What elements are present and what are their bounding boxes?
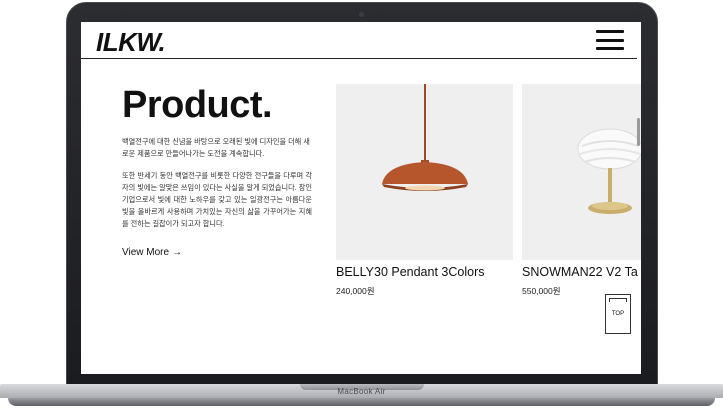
hamburger-menu-icon[interactable] [596,30,624,50]
product-card[interactable]: BELLY30 Pendant 3Colors 240,000원 [336,84,513,297]
laptop-screen: ILKW. Product. 백열전구에 대한 신념을 바탕으로 오래된 빛에 … [81,22,641,374]
description-text: 또한 반세기 동안 백열전구를 비롯한 다양한 전구들을 다루며 각자의 빛에는… [122,171,312,228]
product-name[interactable]: SNOWMAN22 V2 Ta [522,265,641,279]
page-title: Product. [122,84,273,126]
intro-text: 백열전구에 대한 신념을 바탕으로 오래된 빛에 디자인을 더해 새로운 제품으… [122,137,310,158]
pendant-lamp-image[interactable] [336,84,513,260]
view-more-label: View More [122,247,170,258]
laptop-base-bottom [8,398,715,406]
site-logo[interactable]: ILKW. [96,27,166,58]
scroll-top-button[interactable]: TOP [605,294,631,334]
arrow-right-icon: → [172,247,183,258]
view-more-link[interactable]: View More → [122,247,182,258]
top-button-label: TOP [611,311,625,317]
product-name[interactable]: BELLY30 Pendant 3Colors [336,265,513,279]
header-divider [81,58,637,59]
camera-icon [359,12,364,17]
product-price: 240,000원 [336,286,375,296]
table-lamp-image[interactable] [522,84,641,260]
laptop-label: MacBook Air [337,387,386,396]
scrollbar-thumb[interactable] [637,118,640,146]
product-card[interactable]: SNOWMAN22 V2 Ta 550,000원 [522,84,641,297]
